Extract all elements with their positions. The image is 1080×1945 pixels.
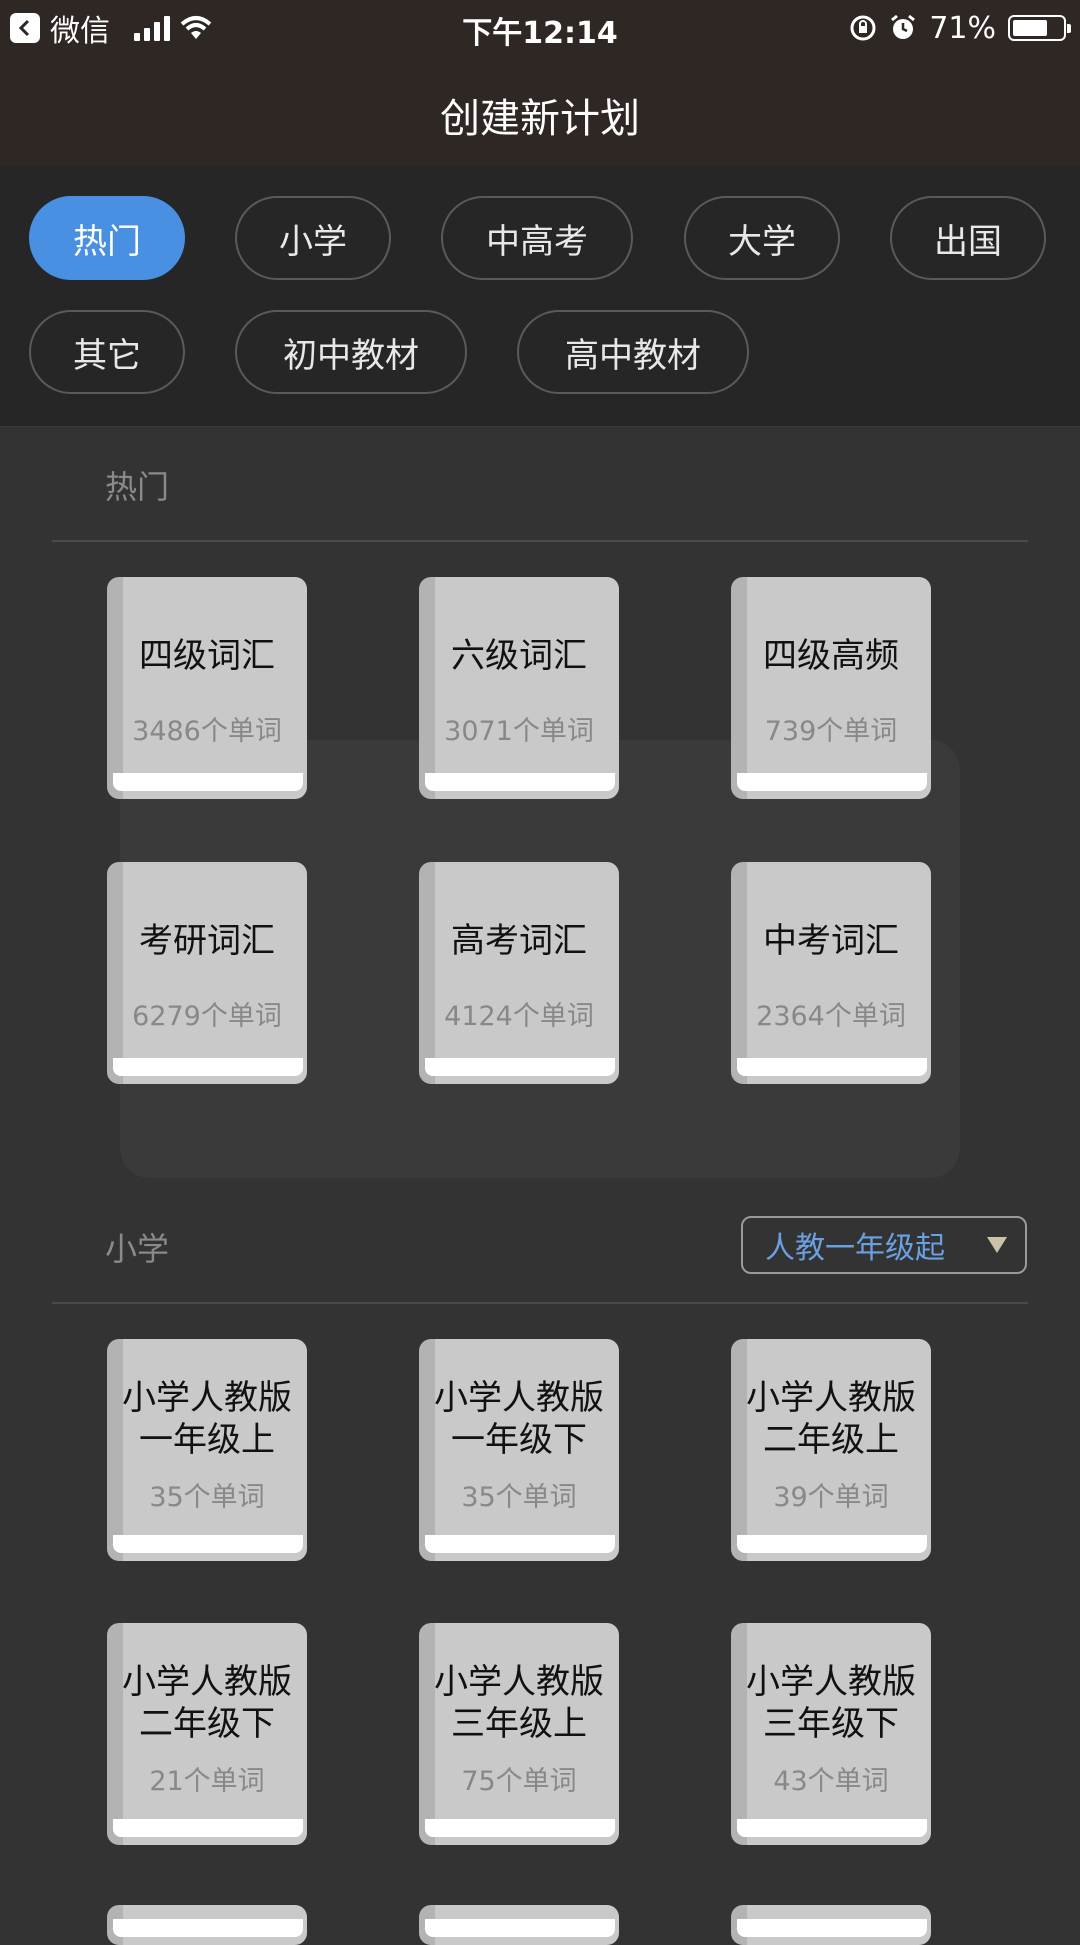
caret-down-icon <box>987 1237 1007 1253</box>
book-word-count: 3486个单词 <box>132 716 282 747</box>
book-name: 小学人教版 三年级下 <box>746 1662 916 1744</box>
book-name: 小学人教版 三年级上 <box>434 1662 604 1744</box>
book-word-count: 2364个单词 <box>756 1001 906 1032</box>
chip-other[interactable]: 其它 <box>29 310 185 394</box>
book-card[interactable]: 小学人教版 一年级下 35个单词 <box>419 1339 619 1561</box>
book-card[interactable]: 小学人教版 三年级上 75个单词 <box>419 1623 619 1845</box>
book-card[interactable]: 四级词汇 3486个单词 <box>107 577 307 799</box>
book-card[interactable]: 考研词汇 6279个单词 <box>107 862 307 1084</box>
book-word-count: 43个单词 <box>773 1766 889 1797</box>
book-word-count: 75个单词 <box>461 1766 577 1797</box>
book-card[interactable]: 四级高频 739个单词 <box>731 577 931 799</box>
book-word-count: 35个单词 <box>149 1482 265 1513</box>
book-name: 小学人教版 二年级上 <box>746 1378 916 1460</box>
chip-middle-high-exam[interactable]: 中高考 <box>441 196 633 280</box>
edition-dropdown[interactable]: 人教一年级起 <box>741 1216 1027 1274</box>
page-title: 创建新计划 <box>440 96 640 142</box>
book-word-count: 4124个单词 <box>444 1001 594 1032</box>
book-card[interactable] <box>731 1905 931 1945</box>
nav-bar: 创建新计划 <box>0 56 1080 166</box>
section-divider <box>52 1302 1028 1304</box>
battery-percent: 71% <box>929 10 996 46</box>
book-name: 小学人教版 一年级下 <box>434 1378 604 1460</box>
section-title-primary: 小学 <box>105 1230 170 1268</box>
category-chips: 热门 小学 中高考 大学 出国 其它 初中教材 高中教材 <box>0 166 1080 427</box>
book-card[interactable]: 小学人教版 二年级下 21个单词 <box>107 1623 307 1845</box>
edition-dropdown-value: 人教一年级起 <box>765 1231 945 1266</box>
book-name: 小学人教版 二年级下 <box>122 1662 292 1744</box>
book-card[interactable]: 高考词汇 4124个单词 <box>419 862 619 1084</box>
book-card[interactable] <box>419 1905 619 1945</box>
book-card[interactable]: 小学人教版 三年级下 43个单词 <box>731 1623 931 1845</box>
chip-university[interactable]: 大学 <box>684 196 840 280</box>
book-name: 考研词汇 <box>139 921 275 961</box>
book-name: 中考词汇 <box>763 921 899 961</box>
battery-icon <box>1008 15 1071 41</box>
chip-abroad[interactable]: 出国 <box>890 196 1046 280</box>
book-name: 四级词汇 <box>139 636 275 676</box>
book-word-count: 35个单词 <box>461 1482 577 1513</box>
rotation-lock-icon <box>849 14 877 42</box>
section-divider <box>52 540 1028 542</box>
book-card[interactable]: 小学人教版 二年级上 39个单词 <box>731 1339 931 1561</box>
chip-hot[interactable]: 热门 <box>29 196 185 280</box>
book-name: 高考词汇 <box>451 921 587 961</box>
status-bar: 微信 下午12:14 71% <box>0 0 1080 56</box>
book-card[interactable]: 小学人教版 一年级上 35个单词 <box>107 1339 307 1561</box>
section-title-hot: 热门 <box>105 468 170 506</box>
book-card[interactable] <box>107 1905 307 1945</box>
status-right: 71% <box>849 0 1071 56</box>
book-word-count: 3071个单词 <box>444 716 594 747</box>
chip-senior-textbook[interactable]: 高中教材 <box>517 310 749 394</box>
book-name: 四级高频 <box>763 636 899 676</box>
book-word-count: 21个单词 <box>149 1766 265 1797</box>
book-card[interactable]: 六级词汇 3071个单词 <box>419 577 619 799</box>
book-card[interactable]: 中考词汇 2364个单词 <box>731 862 931 1084</box>
book-name: 小学人教版 一年级上 <box>122 1378 292 1460</box>
book-word-count: 739个单词 <box>764 716 898 747</box>
book-word-count: 6279个单词 <box>132 1001 282 1032</box>
alarm-icon <box>889 14 917 42</box>
book-name: 六级词汇 <box>451 636 587 676</box>
chip-primary[interactable]: 小学 <box>235 196 391 280</box>
book-word-count: 39个单词 <box>773 1482 889 1513</box>
chip-junior-textbook[interactable]: 初中教材 <box>235 310 467 394</box>
